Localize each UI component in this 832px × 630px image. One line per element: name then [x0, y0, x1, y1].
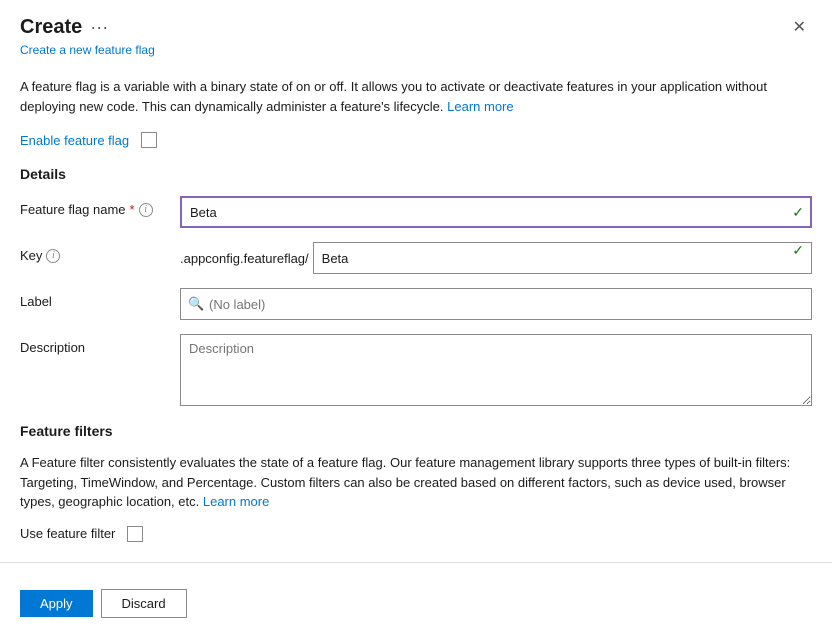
feature-filters-title: Feature filters	[20, 423, 812, 439]
use-feature-filter-row: Use feature filter	[20, 526, 812, 542]
key-check-icon: ✓	[792, 242, 804, 259]
feature-flag-name-input[interactable]	[180, 196, 812, 228]
label-search-icon: 🔍	[188, 296, 204, 312]
filter-learn-more-link[interactable]: Learn more	[203, 494, 269, 509]
feature-filters-section: Feature filters A Feature filter consist…	[20, 423, 812, 542]
feature-flag-name-row: Feature flag name * i ✓	[20, 196, 812, 228]
discard-button[interactable]: Discard	[101, 589, 187, 618]
key-input[interactable]	[313, 242, 812, 274]
feature-flag-name-label: Feature flag name * i	[20, 196, 180, 217]
key-input-row: .appconfig.featureflag/ ✓	[180, 242, 812, 274]
feature-flag-name-check-icon: ✓	[792, 204, 804, 221]
key-prefix: .appconfig.featureflag/	[180, 251, 313, 266]
enable-feature-flag-label: Enable feature flag	[20, 133, 129, 148]
label-input-wrapper: 🔍	[180, 288, 812, 320]
feature-flag-name-info-icon[interactable]: i	[139, 203, 153, 217]
feature-filters-description: A Feature filter consistently evaluates …	[20, 453, 812, 512]
feature-flag-name-input-wrapper: ✓	[180, 196, 812, 228]
close-button[interactable]: ✕	[787, 18, 812, 38]
required-indicator: *	[130, 202, 135, 217]
label-field: 🔍	[180, 288, 812, 320]
feature-flag-name-field: ✓	[180, 196, 812, 228]
use-feature-filter-checkbox[interactable]	[127, 526, 143, 542]
dialog-subtitle[interactable]: Create a new feature flag	[0, 43, 832, 67]
footer-divider	[0, 562, 832, 563]
key-field: .appconfig.featureflag/ ✓	[180, 242, 812, 274]
intro-text: A feature flag is a variable with a bina…	[20, 77, 812, 116]
key-info-icon[interactable]: i	[46, 249, 60, 263]
dialog-header: Create ··· ✕	[0, 0, 832, 43]
dialog-title: Create	[20, 16, 82, 39]
key-input-wrapper: ✓	[313, 242, 812, 274]
description-field	[180, 334, 812, 409]
apply-button[interactable]: Apply	[20, 590, 93, 617]
description-label: Description	[20, 334, 180, 355]
label-row: Label 🔍	[20, 288, 812, 320]
details-section: Details Feature flag name * i ✓	[20, 166, 812, 409]
more-options-icon[interactable]: ···	[90, 17, 108, 38]
enable-feature-flag-row: Enable feature flag	[20, 132, 812, 148]
enable-feature-flag-checkbox[interactable]	[141, 132, 157, 148]
filter-desc-text: A Feature filter consistently evaluates …	[20, 455, 790, 509]
key-label: Key i	[20, 242, 180, 263]
description-row: Description	[20, 334, 812, 409]
create-dialog: Create ··· ✕ Create a new feature flag A…	[0, 0, 832, 630]
description-input[interactable]	[180, 334, 812, 406]
intro-text-content: A feature flag is a variable with a bina…	[20, 79, 767, 114]
key-row: Key i .appconfig.featureflag/ ✓	[20, 242, 812, 274]
details-section-title: Details	[20, 166, 812, 182]
dialog-footer: Apply Discard	[0, 577, 832, 630]
use-feature-filter-label: Use feature filter	[20, 526, 115, 541]
intro-learn-more-link[interactable]: Learn more	[447, 99, 513, 114]
dialog-body: A feature flag is a variable with a bina…	[0, 67, 832, 542]
label-label: Label	[20, 288, 180, 309]
label-input[interactable]	[180, 288, 812, 320]
